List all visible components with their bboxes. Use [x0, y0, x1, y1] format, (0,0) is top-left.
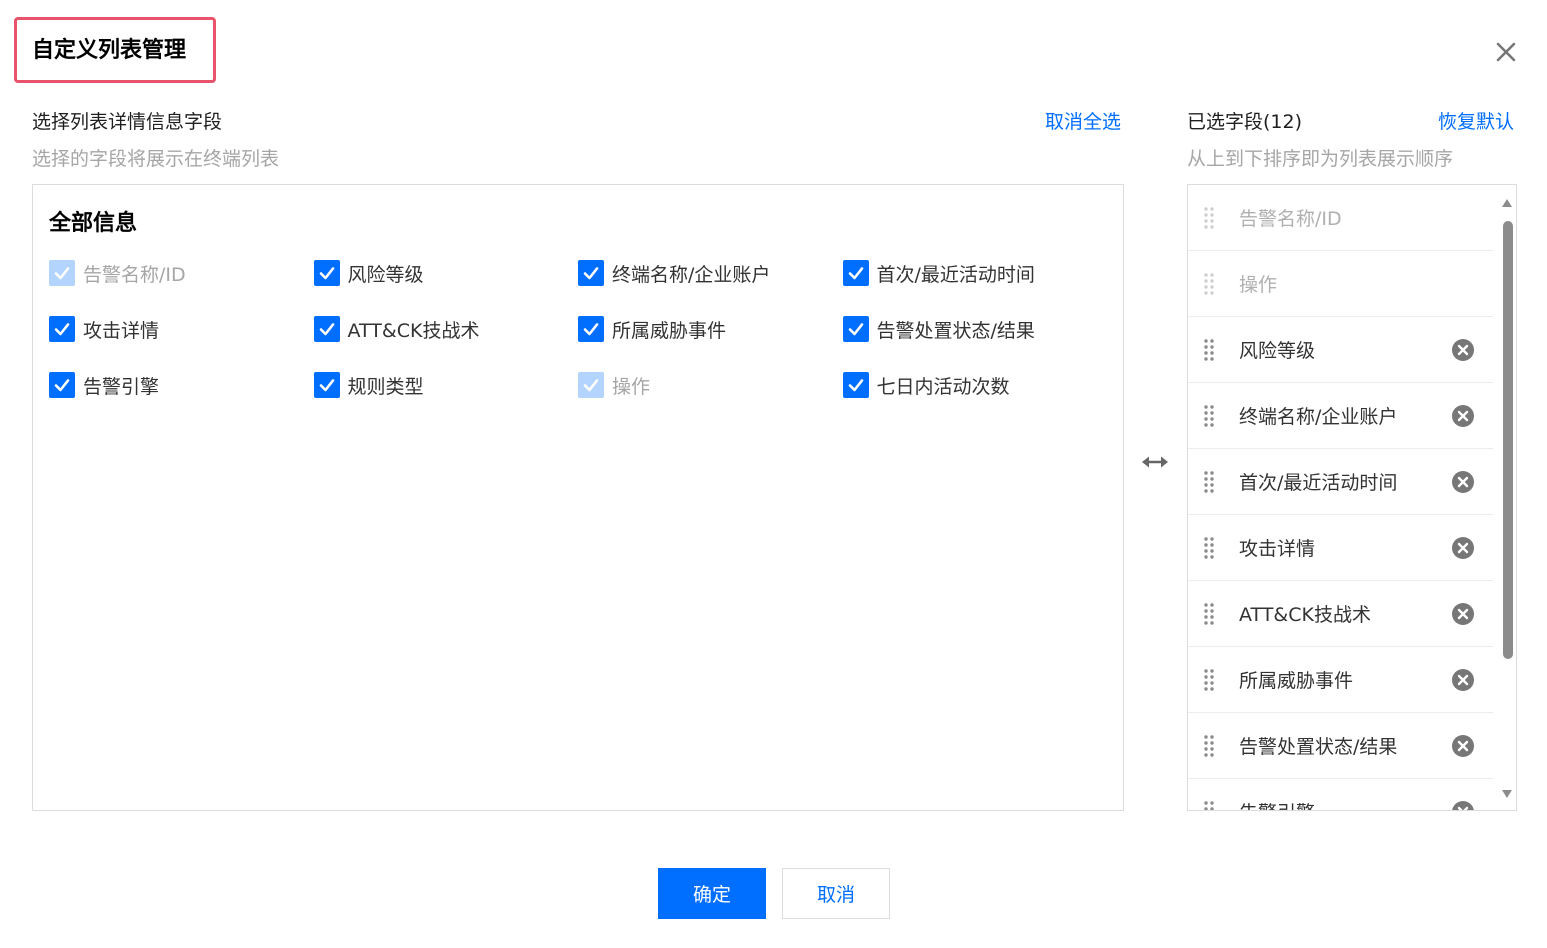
field-option[interactable]: 七日内活动次数 [842, 370, 1010, 400]
remove-circle-icon[interactable] [1451, 668, 1475, 692]
field-option-label: ATT&CK技战术 [347, 319, 480, 342]
selected-fields-hint: 从上到下排序即为列表展示顺序 [1187, 148, 1454, 170]
field-option: 告警名称/ID [49, 258, 186, 288]
checkbox-checked-icon[interactable] [313, 316, 340, 342]
restore-default-link[interactable]: 恢复默认 [1438, 107, 1514, 134]
selected-field-label: 告警处置状态/结果 [1239, 736, 1398, 758]
checkbox-checked-icon[interactable] [578, 260, 604, 286]
field-option-label: 风险等级 [347, 263, 424, 286]
checkbox-checked-icon[interactable] [49, 316, 75, 342]
remove-circle-icon[interactable] [1451, 536, 1475, 560]
selected-field-label: 攻击详情 [1239, 538, 1316, 560]
field-option-label: 告警处置状态/结果 [876, 319, 1035, 342]
selected-fields-panel: 告警名称/ID 操作风险等级终端名称/企业账户 首次/最近活动时间 攻击详情 ATT&C… [1187, 184, 1517, 811]
remove-circle-icon[interactable] [1451, 800, 1475, 812]
drag-handle-icon[interactable] [1204, 470, 1214, 493]
selected-field-label: 所属威胁事件 [1239, 670, 1354, 692]
field-option-label: 首次/最近活动时间 [876, 263, 1035, 286]
cancel-button[interactable]: 取消 [782, 868, 890, 919]
field-option: 操作 [578, 370, 650, 400]
selected-field-item[interactable]: ATT&CK技战术 [1188, 581, 1493, 647]
field-option[interactable]: 告警引擎 [49, 370, 159, 400]
field-option-label: 终端名称/企业账户 [612, 263, 771, 286]
drag-handle-icon[interactable] [1204, 536, 1214, 559]
selected-field-label: ATT&CK技战术 [1239, 604, 1371, 626]
field-option[interactable]: 首次/最近活动时间 [842, 258, 1035, 288]
field-option[interactable]: 规则类型 [313, 370, 424, 400]
selected-field-item[interactable]: 攻击详情 [1188, 515, 1493, 581]
field-option[interactable]: 攻击详情 [49, 314, 159, 344]
drag-handle-icon[interactable] [1204, 734, 1214, 757]
field-option[interactable]: 风险等级 [313, 258, 424, 288]
dialog-title: 自定义列表管理 [32, 38, 187, 63]
checkbox-checked-icon[interactable] [842, 260, 869, 286]
selected-field-label: 风险等级 [1239, 340, 1316, 362]
drag-handle-icon[interactable] [1204, 602, 1214, 625]
checkbox-checked-icon[interactable] [842, 372, 869, 398]
checkbox-checked-icon [49, 260, 75, 286]
selected-field-item[interactable]: 所属威胁事件 [1188, 647, 1493, 713]
checkbox-checked-icon[interactable] [578, 316, 604, 342]
field-option-label: 攻击详情 [83, 319, 160, 342]
drag-handle-icon[interactable] [1204, 206, 1214, 229]
drag-handle-icon[interactable] [1204, 338, 1214, 361]
field-option-label: 七日内活动次数 [876, 375, 1010, 398]
selected-field-label: 告警引擎 [1239, 798, 1315, 810]
field-option-label: 告警引擎 [83, 375, 160, 398]
scrollbar-thumb[interactable] [1503, 221, 1513, 659]
selected-field-item[interactable]: 操作 [1188, 251, 1493, 317]
selected-field-item[interactable]: 终端名称/企业账户 [1188, 383, 1493, 449]
field-option-label: 所属威胁事件 [612, 319, 727, 342]
remove-circle-icon[interactable] [1451, 404, 1475, 428]
remove-circle-icon[interactable] [1451, 470, 1475, 494]
cancel-select-all-link[interactable]: 取消全选 [1045, 107, 1121, 134]
field-option-label: 规则类型 [347, 375, 424, 398]
selected-field-item[interactable]: 告警引擎 [1188, 779, 1493, 812]
remove-circle-icon[interactable] [1451, 602, 1475, 626]
field-option-label: 告警名称/ID [83, 263, 186, 286]
selected-fields-list: 告警名称/ID 操作风险等级终端名称/企业账户 首次/最近活动时间 攻击详情 ATT&C… [1188, 185, 1493, 812]
selected-field-label: 首次/最近活动时间 [1239, 472, 1398, 494]
remove-circle-icon[interactable] [1451, 734, 1475, 758]
field-option[interactable]: ATT&CK技战术 [313, 314, 480, 344]
available-fields-panel: 全部信息 告警名称/ID 风险等级 终端名称/企业账户 首次/最近活动时间攻击详情 AT… [32, 184, 1124, 811]
selected-field-label: 终端名称/企业账户 [1239, 406, 1398, 428]
checkbox-checked-icon[interactable] [842, 316, 869, 342]
selected-fields-label: 已选字段(12) [1187, 111, 1303, 133]
field-option[interactable]: 终端名称/企业账户 [578, 258, 770, 288]
available-fields-hint: 选择的字段将展示在终端列表 [32, 148, 280, 170]
remove-circle-icon[interactable] [1451, 338, 1475, 362]
field-option[interactable]: 所属威胁事件 [578, 314, 726, 344]
scroll-up-icon[interactable] [1501, 198, 1513, 208]
field-option-label: 操作 [612, 375, 651, 398]
confirm-button[interactable]: 确定 [658, 868, 766, 919]
selected-field-item[interactable]: 告警名称/ID [1188, 185, 1493, 251]
drag-handle-icon[interactable] [1204, 272, 1214, 295]
selected-field-label: 操作 [1239, 274, 1278, 296]
checkbox-checked-icon[interactable] [49, 372, 75, 398]
available-fields-label: 选择列表详情信息字段 [32, 111, 223, 133]
selected-field-item[interactable]: 告警处置状态/结果 [1188, 713, 1493, 779]
checkbox-checked-icon[interactable] [313, 260, 340, 286]
selected-field-item[interactable]: 风险等级 [1188, 317, 1493, 383]
scrollbar[interactable] [1494, 185, 1516, 810]
checkbox-checked-icon [578, 372, 604, 398]
drag-handle-icon[interactable] [1204, 668, 1214, 691]
group-title: 全部信息 [49, 211, 138, 236]
close-icon[interactable] [1490, 36, 1522, 68]
selected-field-item[interactable]: 首次/最近活动时间 [1188, 449, 1493, 515]
checkbox-checked-icon[interactable] [313, 372, 340, 398]
scroll-down-icon[interactable] [1501, 789, 1513, 799]
selected-field-label: 告警名称/ID [1239, 208, 1342, 230]
drag-handle-icon[interactable] [1204, 800, 1214, 812]
field-option[interactable]: 告警处置状态/结果 [842, 314, 1035, 344]
drag-handle-icon[interactable] [1204, 404, 1214, 427]
swap-arrows-icon [1142, 456, 1168, 468]
